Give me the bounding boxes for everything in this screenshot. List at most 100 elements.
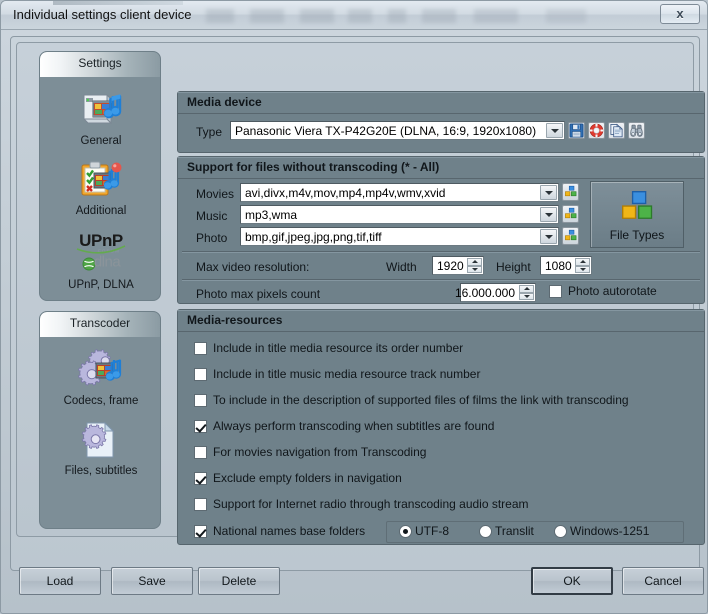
close-icon: x bbox=[676, 6, 684, 21]
ok-button[interactable]: OK bbox=[531, 567, 613, 595]
photo-autorotate-checkbox[interactable] bbox=[549, 285, 562, 298]
support-divider-1 bbox=[182, 251, 700, 252]
checkbox-link-with-transcoding[interactable] bbox=[194, 394, 207, 407]
checkbox-label-internet-radio: Support for Internet radio through trans… bbox=[213, 497, 529, 511]
document-gear-icon bbox=[81, 421, 115, 458]
width-spinner[interactable]: 1920 bbox=[432, 256, 484, 275]
radio-dot-translit[interactable] bbox=[479, 525, 492, 538]
load-button-label: Load bbox=[46, 574, 74, 588]
sidebar-item-upnp-dlna[interactable]: UPnP FORUM dlna UPnP, DLNA bbox=[40, 229, 160, 291]
photo-max-pixels-label: Photo max pixels count bbox=[196, 287, 321, 301]
music-extensions-combobox[interactable]: mp3,wma bbox=[240, 205, 559, 224]
device-type-combobox[interactable]: Panasonic Viera TX-P42G20E (DLNA, 16:9, … bbox=[230, 121, 565, 140]
device-type-value: Panasonic Viera TX-P42G20E (DLNA, 16:9, … bbox=[235, 124, 537, 138]
colored-blocks-icon bbox=[622, 191, 653, 219]
title-bar[interactable]: Individual settings client device x bbox=[1, 1, 707, 30]
height-label: Height bbox=[496, 260, 531, 274]
support-group-header: Support for files without transcoding (*… bbox=[178, 157, 704, 179]
checkbox-national-names[interactable] bbox=[194, 525, 207, 538]
caret-down-icon bbox=[471, 268, 478, 272]
photo-max-pixels-spinner-buttons[interactable] bbox=[519, 285, 534, 300]
clipboard-checklist-icon bbox=[81, 161, 122, 196]
height-increment-button[interactable] bbox=[575, 258, 590, 266]
width-increment-button[interactable] bbox=[467, 258, 482, 266]
radio-label-windows1251: Windows-1251 bbox=[570, 524, 650, 538]
support-divider-2 bbox=[182, 279, 700, 280]
checkbox-track-number[interactable] bbox=[194, 368, 207, 381]
save-button[interactable]: Save bbox=[111, 567, 193, 595]
height-spinner-buttons[interactable] bbox=[575, 258, 590, 273]
gears-media-icon bbox=[77, 349, 122, 386]
checkbox-movies-navigation[interactable] bbox=[194, 446, 207, 459]
checkbox-order-number[interactable] bbox=[194, 342, 207, 355]
media-device-group: Media device Type Panasonic Viera TX-P42… bbox=[177, 91, 705, 153]
checkbox-always-transcode-subtitles[interactable] bbox=[194, 420, 207, 433]
sidebar-item-files-subtitles[interactable]: Files, subtitles bbox=[40, 419, 160, 477]
photo-max-decrement-button[interactable] bbox=[519, 292, 534, 300]
file-types-button[interactable]: File Types bbox=[590, 181, 684, 248]
media-resources-group: Media-resources Include in title media r… bbox=[177, 309, 705, 545]
radio-dot-utf8[interactable] bbox=[399, 525, 412, 538]
movies-extensions-value: avi,divx,m4v,mov,mp4,mp4v,wmv,xvid bbox=[245, 186, 446, 200]
checkbox-label-movies-navigation: For movies navigation from Transcoding bbox=[213, 445, 427, 459]
colored-blocks-icon bbox=[565, 229, 577, 241]
load-button[interactable]: Load bbox=[19, 567, 101, 595]
media-device-group-header: Media device bbox=[178, 92, 704, 114]
search-device-button[interactable] bbox=[628, 122, 645, 139]
width-spinner-buttons[interactable] bbox=[467, 258, 482, 273]
media-resources-group-header: Media-resources bbox=[178, 310, 704, 332]
height-spinner[interactable]: 1080 bbox=[540, 256, 592, 275]
media-device-icon bbox=[82, 93, 122, 125]
checkbox-label-always-transcode-subtitles: Always perform transcoding when subtitle… bbox=[213, 419, 495, 433]
photo-max-increment-button[interactable] bbox=[519, 285, 534, 293]
cancel-button[interactable]: Cancel bbox=[622, 567, 704, 595]
photo-extensions-value: bmp,gif,jpeg,jpg,png,tif,tiff bbox=[245, 230, 382, 244]
caret-up-icon bbox=[523, 286, 530, 290]
checkbox-label-exclude-empty-folders: Exclude empty folders in navigation bbox=[213, 471, 402, 485]
support-group: Support for files without transcoding (*… bbox=[177, 156, 705, 304]
device-type-dropdown-button[interactable] bbox=[546, 123, 563, 138]
sidebar-item-codecs-frame[interactable]: Codecs, frame bbox=[40, 349, 160, 407]
svg-text:UPnP: UPnP bbox=[79, 231, 123, 250]
delete-button[interactable]: Delete bbox=[198, 567, 280, 595]
sidebar-item-additional-label: Additional bbox=[75, 205, 127, 217]
binoculars-icon bbox=[630, 124, 643, 137]
photo-filetypes-button[interactable] bbox=[562, 227, 579, 245]
radio-label-translit: Translit bbox=[495, 524, 534, 538]
sidebar-group-transcoder-header: Transcoder bbox=[40, 312, 160, 337]
photo-dropdown-button[interactable] bbox=[540, 229, 557, 244]
checkbox-internet-radio[interactable] bbox=[194, 498, 207, 511]
save-device-button[interactable] bbox=[568, 122, 585, 139]
music-dropdown-button[interactable] bbox=[540, 207, 557, 222]
colored-blocks-icon bbox=[565, 207, 577, 219]
radio-dot-windows1251[interactable] bbox=[554, 525, 567, 538]
cancel-button-label: Cancel bbox=[644, 574, 682, 588]
copy-pages-icon bbox=[610, 123, 623, 138]
movies-dropdown-button[interactable] bbox=[540, 185, 557, 200]
movies-filetypes-button[interactable] bbox=[562, 183, 579, 201]
height-decrement-button[interactable] bbox=[575, 265, 590, 273]
sidebar-item-general[interactable]: General bbox=[40, 89, 160, 147]
movies-extensions-combobox[interactable]: avi,divx,m4v,mov,mp4,mp4v,wmv,xvid bbox=[240, 183, 559, 202]
client-area: Settings General Additional UPnP FORUM d… bbox=[10, 36, 705, 571]
close-button[interactable]: x bbox=[660, 4, 700, 24]
copy-button[interactable] bbox=[608, 122, 625, 139]
sidebar-group-settings: Settings General Additional UPnP FORUM d… bbox=[39, 51, 161, 301]
max-video-resolution-label: Max video resolution: bbox=[196, 260, 310, 274]
help-button[interactable] bbox=[588, 122, 605, 139]
content-frame: Settings General Additional UPnP FORUM d… bbox=[16, 42, 705, 545]
checkbox-exclude-empty-folders[interactable] bbox=[194, 472, 207, 485]
photo-max-pixels-spinner[interactable]: 16.000.000 bbox=[455, 283, 536, 302]
colored-blocks-icon bbox=[565, 185, 577, 197]
caret-down-icon bbox=[523, 295, 530, 299]
lifebuoy-icon bbox=[589, 123, 604, 138]
caret-up-icon bbox=[579, 259, 586, 263]
photo-extensions-combobox[interactable]: bmp,gif,jpeg,jpg,png,tif,tiff bbox=[240, 227, 559, 246]
movies-label: Movies bbox=[196, 187, 235, 201]
sidebar-item-upnp-dlna-label: UPnP, DLNA bbox=[68, 279, 134, 291]
width-label: Width bbox=[386, 260, 417, 274]
width-decrement-button[interactable] bbox=[467, 265, 482, 273]
sidebar-item-codecs-frame-label: Codecs, frame bbox=[63, 395, 139, 407]
music-filetypes-button[interactable] bbox=[562, 205, 579, 223]
sidebar-item-additional[interactable]: Additional bbox=[40, 159, 160, 217]
